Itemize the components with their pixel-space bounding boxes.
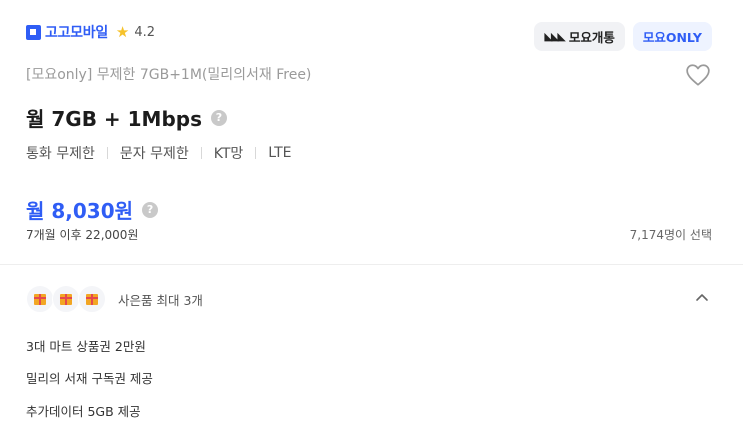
brand-name: 고고모바일 [45,25,108,41]
moyo-only-badge: 모요ONLY [632,22,712,51]
monthly-price: 월 8,030원 [26,199,134,223]
benefit-item: 3대 마트 상품권 2만원 [26,339,146,354]
benefit-item: 밀리의 서재 구독권 제공 [26,371,153,386]
gift-icon [78,285,106,313]
spec-technology: LTE [268,145,292,161]
spec-divider [200,147,202,159]
benefit-item: 추가데이터 5GB 제공 [26,404,141,419]
spec-network: KT망 [213,146,244,162]
heart-icon[interactable] [685,63,711,87]
chevron-up-icon[interactable] [695,292,709,302]
gift-icon [52,285,80,313]
spec-divider [106,147,108,159]
rating-value: 4.2 [134,24,156,40]
plan-title-text: 월 7GB + 1Mbps [26,107,202,131]
brand-logo-icon [26,24,41,40]
plan-specs: 통화 무제한 문자 무제한 KT망 LTE [26,143,292,163]
moyo-activation-badge: ◣◣◣ 모요개통 [534,22,625,51]
plan-title: 월 7GB + 1Mbps ? [26,103,227,132]
price-after-promo: 7개월 이후 22,000원 [26,228,139,242]
spec-divider [255,147,257,159]
plan-subtitle: [모요only] 무제한 7GB+1M(밀리의서재 Free) [26,67,312,83]
star-icon: ★ [115,22,130,41]
badge-group: ◣◣◣ 모요개통 모요ONLY [534,22,712,51]
price-help-icon[interactable]: ? [142,201,159,218]
moyo-wave-icon: ◣◣◣ [544,30,565,43]
spec-call: 통화 무제한 [26,146,95,162]
selected-count: 7,174명이 선택 [629,228,712,242]
price-row: 월 8,030원 ? [26,195,159,224]
gift-summary[interactable]: 사은품 최대 3개 [26,285,203,313]
gift-count-label: 사은품 최대 3개 [118,292,203,308]
plan-card[interactable]: 고고모바일 ★ 4.2 ◣◣◣ 모요개통 모요ONLY [모요only] 무제한… [0,0,743,430]
spec-sms: 문자 무제한 [119,146,189,162]
section-divider [0,264,743,265]
plan-help-icon[interactable]: ? [210,109,227,126]
brand-row: 고고모바일 ★ 4.2 [26,22,155,42]
moyo-activation-label: 모요개통 [568,30,615,45]
gift-icon [26,285,54,313]
